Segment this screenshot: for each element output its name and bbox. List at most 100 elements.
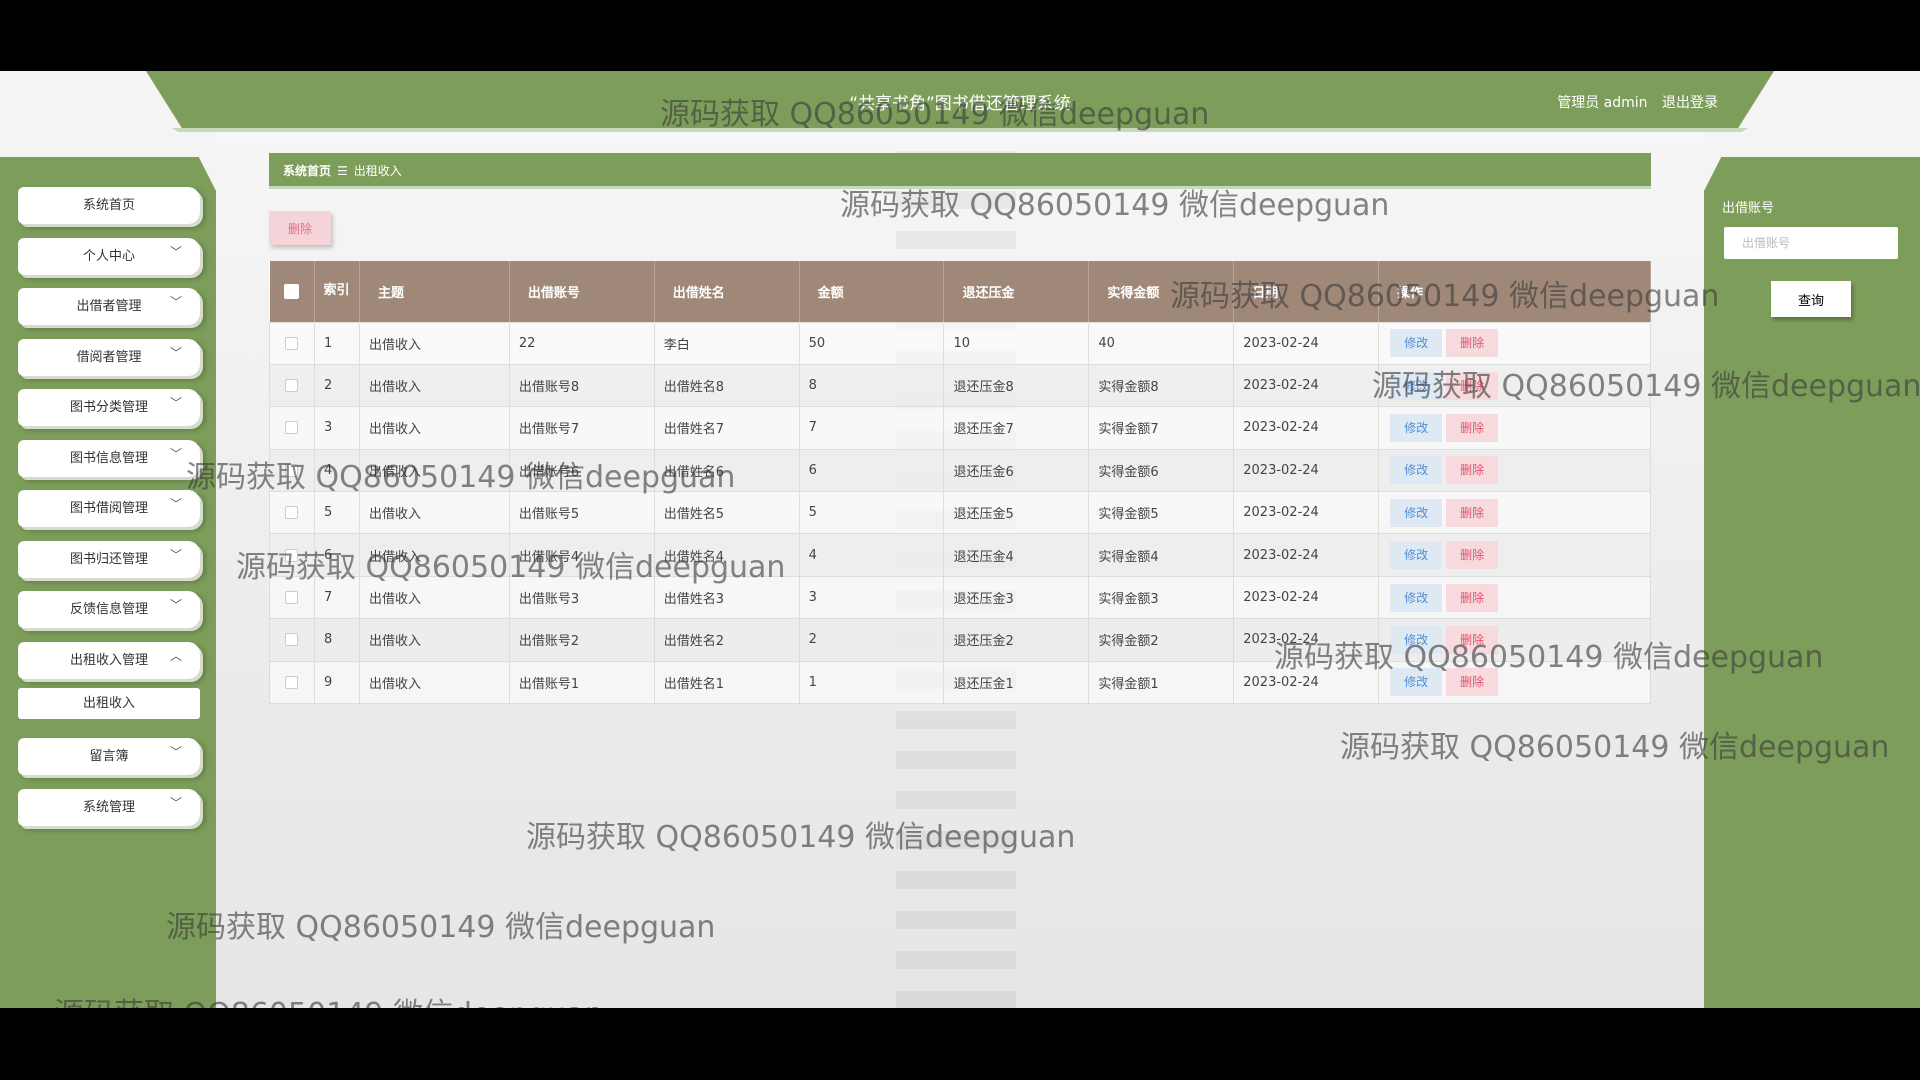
cell-name: 出借姓名6 bbox=[653, 448, 800, 493]
chevron-up-icon: ︿ bbox=[169, 648, 182, 663]
search-input[interactable] bbox=[1724, 227, 1898, 259]
breadcrumb-home[interactable]: 系统首页 bbox=[283, 164, 331, 178]
cell-index: 6 bbox=[313, 533, 360, 577]
search-button[interactable]: 查询 bbox=[1771, 281, 1851, 317]
sidebar-item-label: 出借者管理 bbox=[76, 299, 142, 314]
cell-name: 出借姓名3 bbox=[653, 575, 800, 620]
header-underline bbox=[172, 128, 1748, 132]
row-edit-button[interactable]: 修改 bbox=[1390, 498, 1443, 527]
cell-actual: 实得金额3 bbox=[1088, 575, 1235, 620]
cell-index: 7 bbox=[313, 575, 360, 620]
cell-actual: 实得金额4 bbox=[1088, 533, 1235, 577]
row-select-cell bbox=[269, 660, 315, 705]
cell-actions: 修改 删除 bbox=[1378, 448, 1651, 493]
row-delete-button[interactable]: 删除 bbox=[1446, 456, 1499, 485]
cell-amount: 4 bbox=[798, 533, 945, 577]
row-edit-button[interactable]: 修改 bbox=[1390, 625, 1443, 654]
row-delete-button[interactable]: 删除 bbox=[1446, 625, 1499, 654]
cell-deposit: 退还压金1 bbox=[943, 660, 1090, 705]
cell-deposit: 10 bbox=[943, 321, 1090, 365]
sidebar-item[interactable]: 个人中心 ﹀ bbox=[18, 237, 200, 275]
row-edit-button[interactable]: 修改 bbox=[1390, 413, 1443, 442]
sidebar-item[interactable]: 系统首页 bbox=[18, 187, 200, 224]
cell-date: 2023-02-24 bbox=[1233, 660, 1380, 705]
sidebar-item[interactable]: 借阅者管理 ﹀ bbox=[18, 338, 200, 376]
sidebar-item[interactable]: 出借者管理 ﹀ bbox=[18, 288, 200, 325]
income-table: 索引 主题 出借账号 出借姓名 金额 退还压金 实得金额 日期 操作 1 出借收入… bbox=[269, 261, 1651, 705]
row-checkbox[interactable] bbox=[284, 421, 298, 435]
row-select-cell bbox=[269, 533, 315, 577]
cell-actions: 修改 删除 bbox=[1378, 533, 1651, 577]
row-delete-button[interactable]: 删除 bbox=[1446, 498, 1499, 527]
row-edit-button[interactable]: 修改 bbox=[1390, 541, 1443, 570]
sidebar-item[interactable]: 留言簿 ﹀ bbox=[18, 738, 200, 775]
chevron-down-icon: ﹀ bbox=[169, 497, 182, 511]
row-delete-button[interactable]: 删除 bbox=[1446, 371, 1499, 400]
row-checkbox[interactable] bbox=[284, 506, 298, 520]
sidebar-item[interactable]: 出租收入管理 ︿ bbox=[18, 641, 200, 679]
row-edit-button[interactable]: 修改 bbox=[1390, 583, 1443, 612]
row-delete-button[interactable]: 删除 bbox=[1446, 329, 1499, 358]
cell-actual: 实得金额2 bbox=[1088, 618, 1235, 662]
cell-date: 2023-02-24 bbox=[1233, 491, 1380, 535]
cell-name: 出借姓名4 bbox=[653, 533, 800, 577]
sidebar-item[interactable]: 图书归还管理 ﹀ bbox=[18, 540, 200, 578]
sidebar-item-label: 系统首页 bbox=[82, 198, 135, 213]
table-row: 5 出借收入 出借账号5 出借姓名5 5 退还压金5 实得金额5 2023-02-24 修改 删除 bbox=[269, 491, 1651, 535]
row-edit-button[interactable]: 修改 bbox=[1390, 456, 1443, 485]
sidebar-item-label: 个人中心 bbox=[82, 248, 135, 264]
cell-name: 出借姓名5 bbox=[653, 491, 800, 535]
sidebar-subitem-rental-income[interactable]: 出租收入 bbox=[18, 688, 200, 719]
row-delete-button[interactable]: 删除 bbox=[1446, 583, 1499, 612]
bulk-delete-button[interactable]: 删除 bbox=[269, 211, 331, 245]
cell-index: 3 bbox=[313, 406, 360, 450]
cell-deposit: 退还压金8 bbox=[943, 363, 1090, 408]
cell-index: 9 bbox=[313, 660, 360, 705]
cell-date: 2023-02-24 bbox=[1233, 363, 1380, 408]
cell-deposit: 退还压金5 bbox=[943, 491, 1090, 535]
row-edit-button[interactable]: 修改 bbox=[1390, 329, 1443, 358]
row-checkbox[interactable] bbox=[284, 548, 298, 562]
row-select-cell bbox=[269, 321, 315, 365]
row-checkbox[interactable] bbox=[284, 633, 298, 647]
cell-amount: 1 bbox=[798, 660, 945, 705]
top-header: “共享书角”图书借还管理系统 管理员 admin 退出登录 bbox=[146, 71, 1774, 132]
row-checkbox[interactable] bbox=[284, 379, 298, 393]
header-user-area: 管理员 admin 退出登录 bbox=[1557, 92, 1718, 112]
row-checkbox[interactable] bbox=[284, 591, 298, 605]
cell-actions: 修改 删除 bbox=[1378, 321, 1651, 365]
select-all-header[interactable] bbox=[269, 261, 315, 322]
chevron-down-icon: ﹀ bbox=[169, 795, 182, 810]
cell-name: 李白 bbox=[653, 321, 800, 365]
row-edit-button[interactable]: 修改 bbox=[1390, 668, 1443, 697]
cell-index: 8 bbox=[313, 618, 360, 662]
cell-date: 2023-02-24 bbox=[1233, 448, 1380, 493]
cell-actual: 实得金额8 bbox=[1088, 363, 1235, 408]
sidebar-item[interactable]: 反馈信息管理 ﹀ bbox=[18, 591, 200, 628]
row-checkbox[interactable] bbox=[284, 675, 298, 689]
sidebar-item[interactable]: 图书分类管理 ﹀ bbox=[18, 389, 200, 426]
select-all-checkbox[interactable] bbox=[283, 283, 299, 299]
cell-account: 出借账号3 bbox=[508, 575, 655, 620]
row-delete-button[interactable]: 删除 bbox=[1446, 541, 1499, 570]
logout-link[interactable]: 退出登录 bbox=[1662, 95, 1718, 111]
col-header-topic: 主题 bbox=[359, 261, 510, 322]
cell-name: 出借姓名7 bbox=[653, 406, 800, 450]
row-checkbox[interactable] bbox=[284, 336, 298, 350]
cell-topic: 出借收入 bbox=[358, 491, 510, 535]
row-delete-button[interactable]: 删除 bbox=[1446, 668, 1499, 697]
sidebar-item-label: 图书归还管理 bbox=[69, 551, 148, 567]
row-delete-button[interactable]: 删除 bbox=[1446, 413, 1499, 442]
cell-topic: 出借收入 bbox=[358, 321, 510, 365]
cell-deposit: 退还压金3 bbox=[943, 575, 1090, 620]
cell-account: 22 bbox=[508, 321, 655, 365]
sidebar-item[interactable]: 图书借阅管理 ﹀ bbox=[18, 490, 200, 527]
cell-actual: 实得金额7 bbox=[1088, 406, 1235, 450]
row-checkbox[interactable] bbox=[284, 463, 298, 477]
row-edit-button[interactable]: 修改 bbox=[1390, 371, 1443, 400]
search-label: 出借账号 bbox=[1722, 201, 1775, 216]
sidebar-item[interactable]: 系统管理 ﹀ bbox=[18, 788, 200, 826]
sidebar-item-label: 图书借阅管理 bbox=[69, 501, 148, 516]
cell-date: 2023-02-24 bbox=[1233, 575, 1380, 620]
sidebar-item[interactable]: 图书信息管理 ﹀ bbox=[18, 439, 200, 477]
